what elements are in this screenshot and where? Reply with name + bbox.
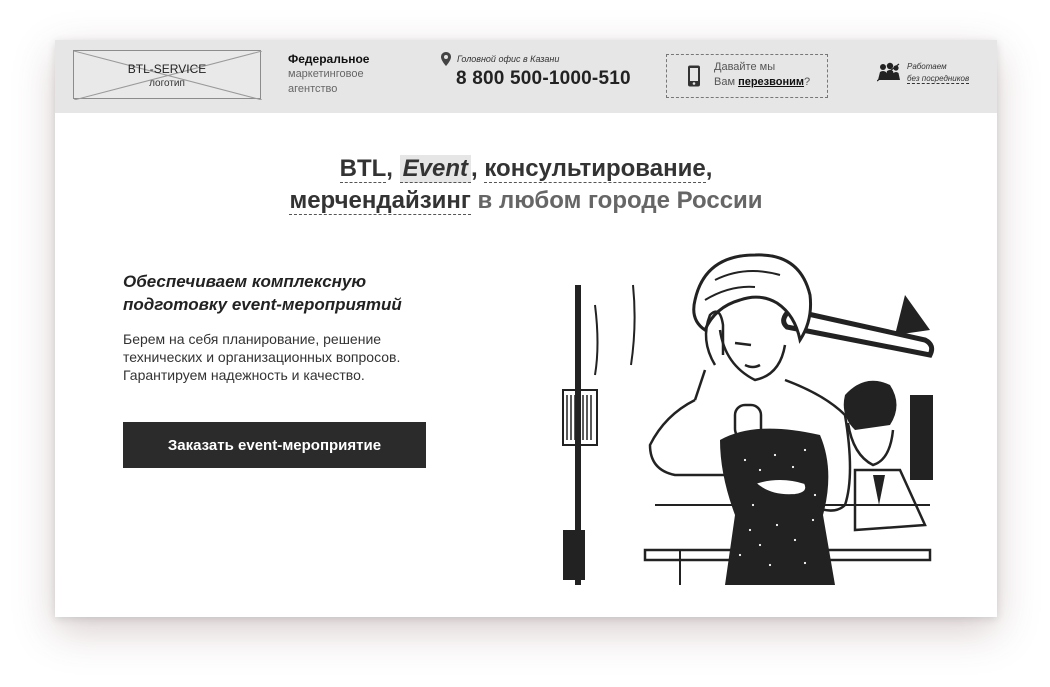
office-label: Головной офис в Казани bbox=[457, 54, 560, 64]
agency-description: Федеральное маркетинговое агентство bbox=[288, 52, 369, 97]
callback-prefix: Вам bbox=[714, 76, 739, 88]
hero-subheading: Обеспечиваем комплексную подготовку even… bbox=[123, 272, 402, 314]
agency-line-3: агентство bbox=[288, 83, 338, 95]
site-header: BTL-SERVICE логотип Федеральное маркетин… bbox=[55, 40, 997, 113]
headline-btl-link[interactable]: BTL bbox=[339, 155, 387, 183]
mobile-phone-icon bbox=[688, 65, 700, 87]
direct-line-1: Работаем bbox=[907, 62, 947, 71]
location-pin-icon bbox=[441, 52, 451, 66]
logo-title: BTL-SERVICE bbox=[127, 62, 207, 76]
headline-sep-3: , bbox=[705, 155, 713, 182]
logo-placeholder[interactable]: BTL-SERVICE логотип bbox=[73, 50, 262, 100]
hero-headline: BTL, Event, консультирование, мерчендайз… bbox=[55, 153, 997, 217]
direct-line-2[interactable]: без посредников bbox=[907, 74, 970, 84]
retro-singer-illustration bbox=[562, 253, 935, 585]
headline-location: в любом городе России bbox=[470, 187, 763, 214]
callback-line-1: Давайте мы bbox=[714, 61, 776, 73]
callback-link[interactable]: перезвоним bbox=[738, 76, 804, 88]
callback-line-2: Вам перезвоним? bbox=[714, 76, 810, 88]
landing-card: BTL-SERVICE логотип Федеральное маркетин… bbox=[55, 40, 997, 617]
headline-sep-2: , bbox=[471, 155, 485, 182]
callback-request[interactable]: Давайте мы Вам перезвоним? bbox=[666, 54, 828, 98]
headline-sep-1: , bbox=[386, 155, 400, 182]
order-event-button[interactable]: Заказать event-мероприятие bbox=[123, 422, 426, 468]
phone-number[interactable]: 8 800 500-1000-510 bbox=[456, 68, 631, 90]
headline-merchandising-link[interactable]: мерчендайзинг bbox=[289, 187, 471, 215]
headline-consulting-link[interactable]: консультирование bbox=[484, 155, 706, 183]
headline-event-link[interactable]: Event bbox=[399, 155, 471, 183]
callback-suffix: ? bbox=[804, 76, 811, 88]
logo-subtitle: логотип bbox=[149, 78, 185, 89]
agency-line-2: маркетинговое bbox=[288, 68, 364, 80]
hero-description: Берем на себя планирование, решение техн… bbox=[123, 331, 401, 383]
agency-line-1: Федеральное bbox=[288, 52, 370, 66]
people-icon bbox=[877, 62, 900, 82]
